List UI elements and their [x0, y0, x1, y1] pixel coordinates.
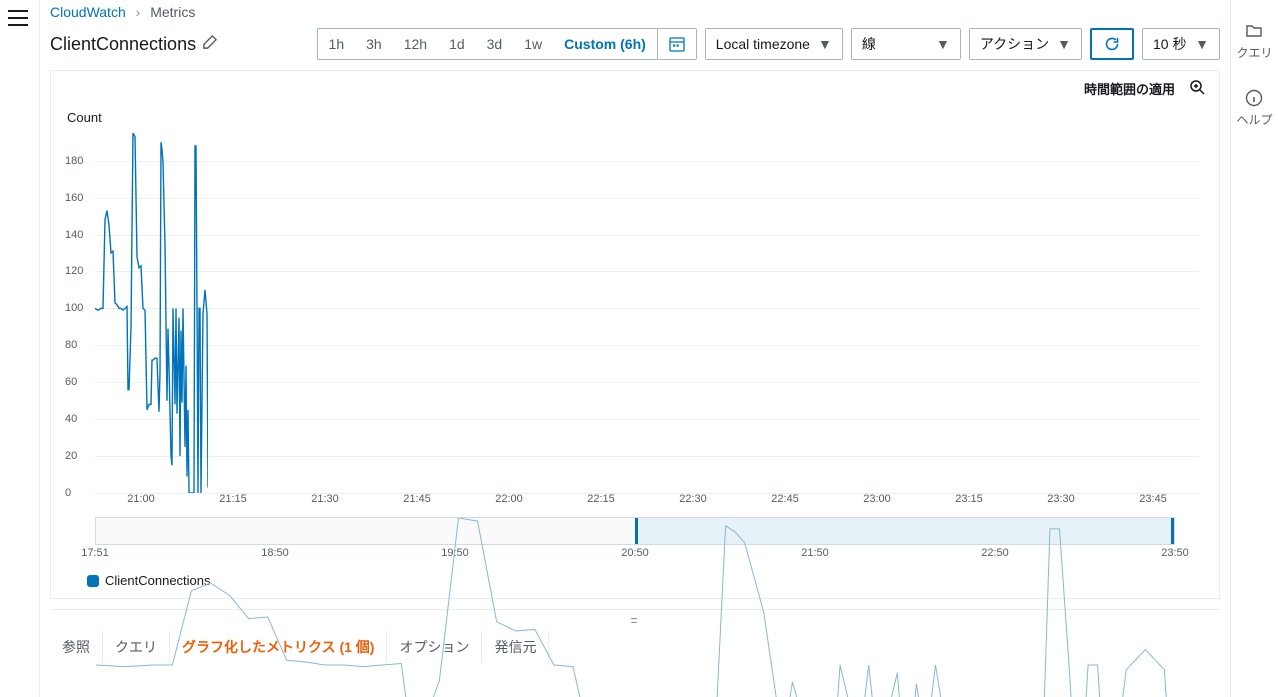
actions-select[interactable]: アクション▼ [969, 28, 1082, 60]
chevron-down-icon: ▼ [936, 36, 950, 52]
chevron-down-icon: ▼ [1057, 36, 1071, 52]
time-range-1d[interactable]: 1d [438, 29, 476, 59]
chart-x-axis: 21:0021:1521:3021:4522:0022:1522:3022:45… [95, 493, 1199, 511]
breadcrumb: CloudWatch › Metrics [40, 0, 1230, 26]
metric-title: ClientConnections [50, 34, 196, 55]
chevron-right-icon: › [136, 4, 141, 20]
apply-time-range[interactable]: 時間範囲の適用 [1084, 79, 1175, 98]
page-title: ClientConnections [50, 34, 217, 55]
refresh-button[interactable] [1090, 28, 1134, 60]
refresh-interval-select[interactable]: 10 秒▼ [1142, 28, 1220, 60]
calendar-icon[interactable] [657, 29, 696, 59]
refresh-icon [1104, 36, 1120, 52]
time-range-3h[interactable]: 3h [355, 29, 393, 59]
breadcrumb-root[interactable]: CloudWatch [50, 4, 126, 20]
hamburger-menu[interactable] [0, 0, 40, 697]
chevron-down-icon: ▼ [1195, 36, 1209, 52]
right-item-query[interactable]: クエリ [1236, 22, 1272, 61]
time-range-3d[interactable]: 3d [476, 29, 514, 59]
chart-type-select[interactable]: 線▼ [851, 28, 961, 60]
chart-card: 時間範囲の適用 Count 020406080100120140160180 2… [50, 70, 1220, 599]
zoom-icon[interactable] [1189, 79, 1205, 98]
chart-overview[interactable] [95, 517, 1175, 545]
chevron-down-icon: ▼ [818, 36, 832, 52]
chart-overview-axis: 17:5118:5019:5020:5021:5022:5023:50 [95, 547, 1175, 565]
info-icon [1245, 89, 1263, 107]
chart-plot[interactable]: 020406080100120140160180 [65, 133, 1205, 493]
folder-icon [1245, 22, 1263, 40]
time-range-custom[interactable]: Custom (6h) [553, 29, 657, 59]
y-axis-label: Count [67, 110, 1205, 125]
time-range-12h[interactable]: 12h [393, 29, 438, 59]
menu-icon [8, 10, 28, 26]
timezone-select[interactable]: Local timezone▼ [705, 28, 843, 60]
time-range-bar: 1h 3h 12h 1d 3d 1w Custom (6h) [317, 28, 697, 60]
right-item-help[interactable]: ヘルプ [1236, 89, 1272, 128]
right-side-panel: クエリ ヘルプ [1230, 0, 1278, 697]
breadcrumb-current: Metrics [150, 4, 195, 20]
pencil-icon[interactable] [202, 34, 217, 55]
time-range-1w[interactable]: 1w [513, 29, 553, 59]
time-range-1h[interactable]: 1h [318, 29, 356, 59]
